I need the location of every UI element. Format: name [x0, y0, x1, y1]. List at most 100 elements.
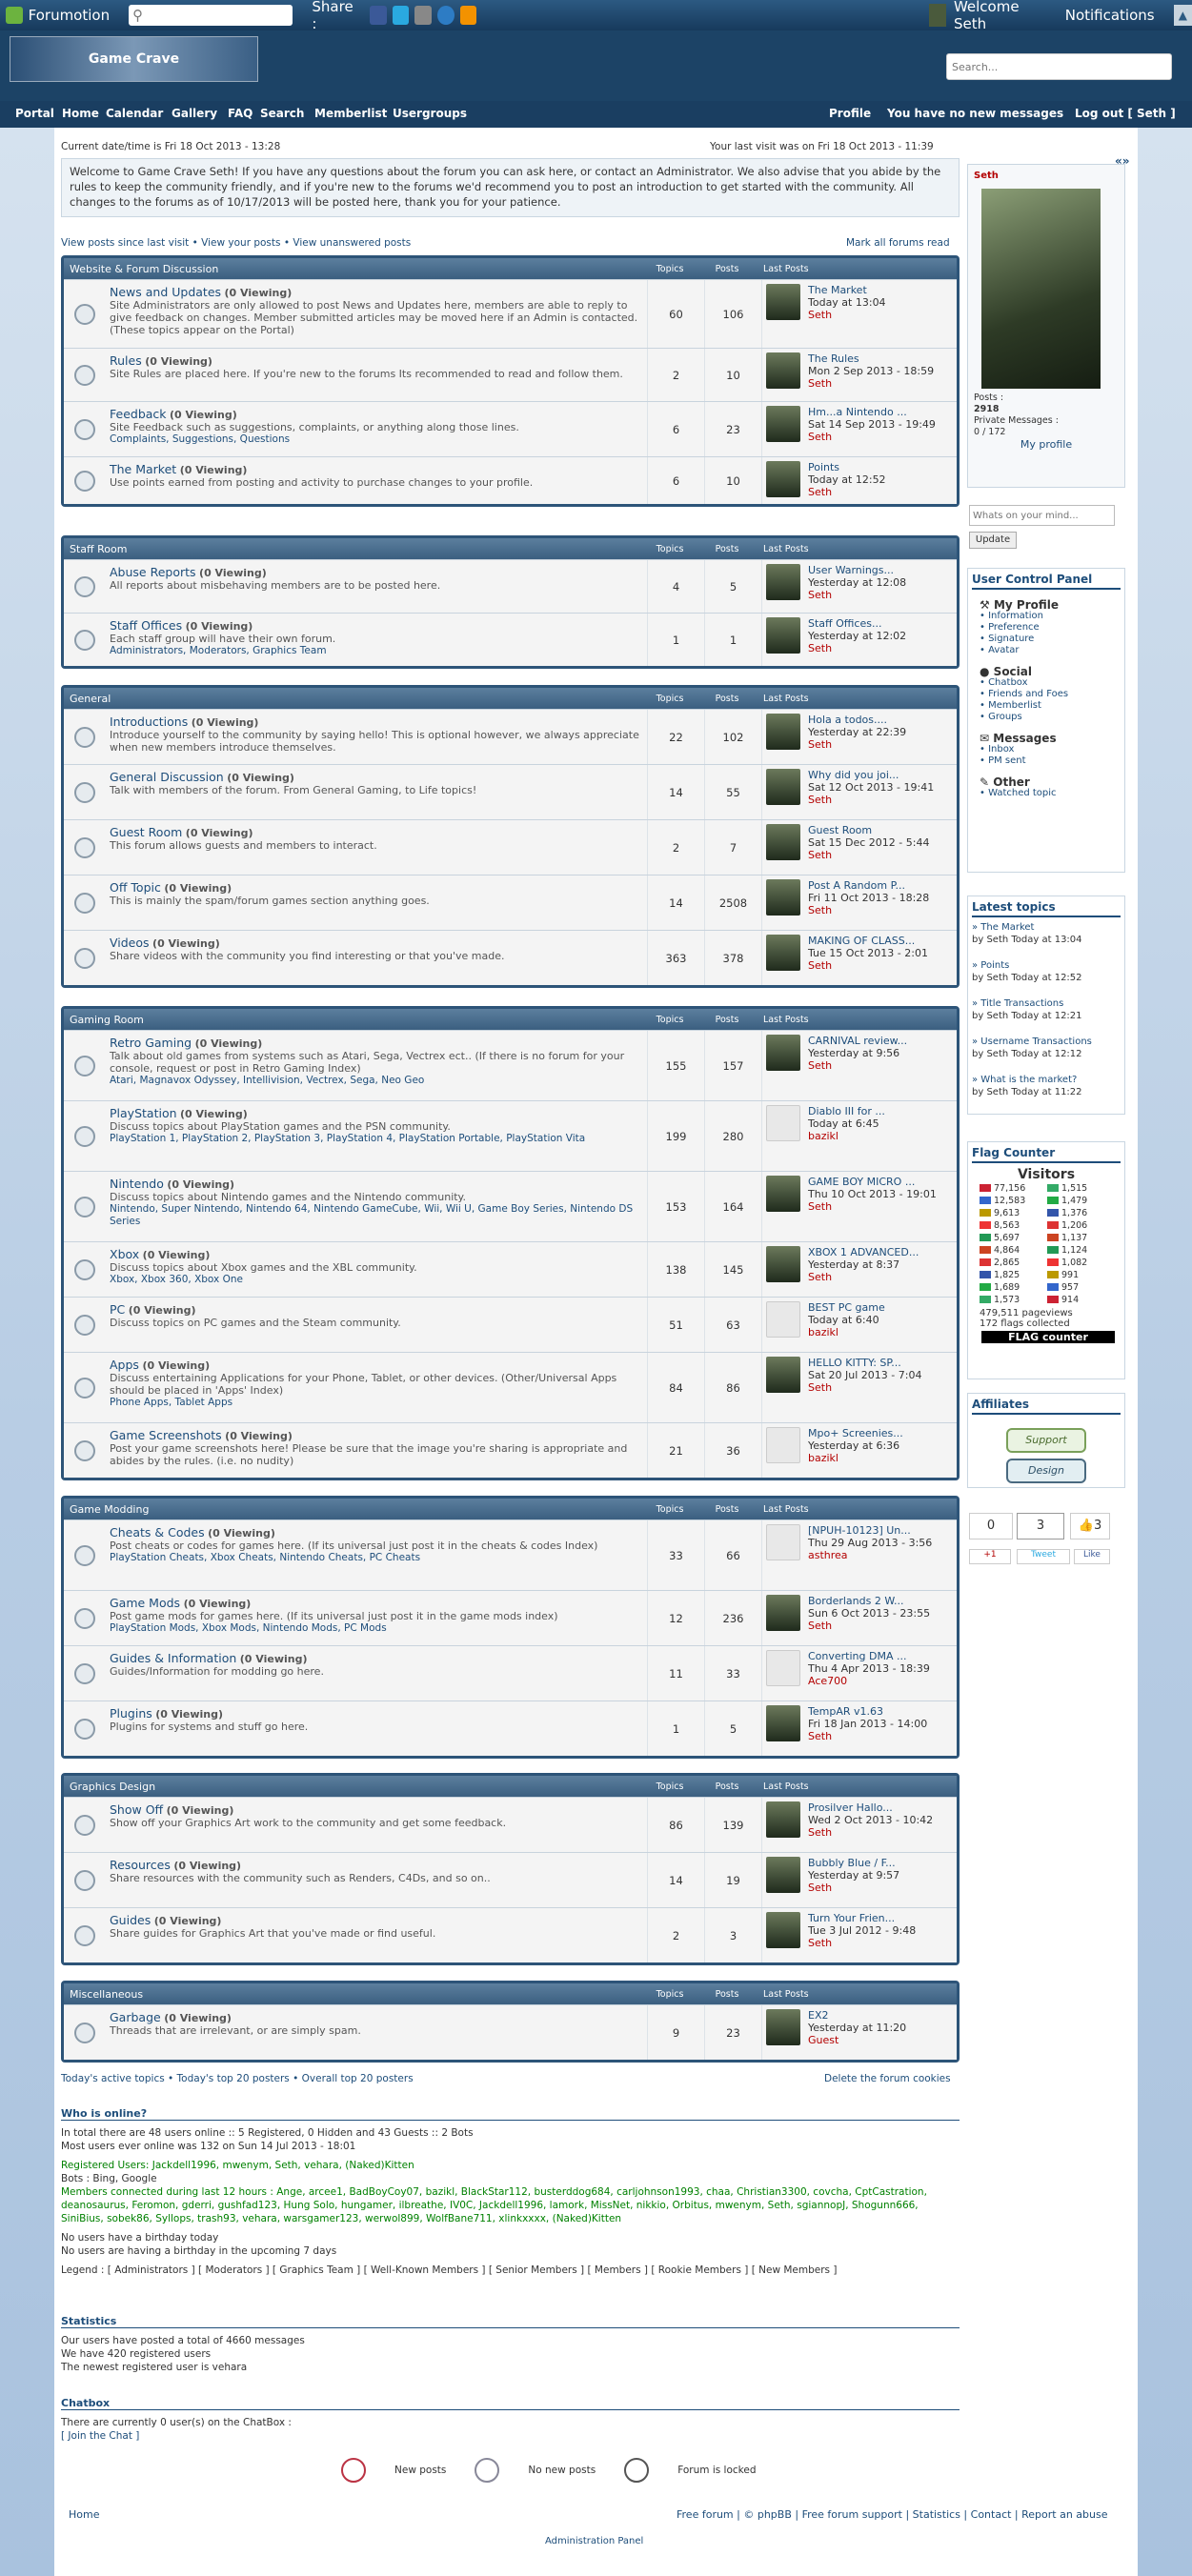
last-poster-avatar[interactable]: [766, 879, 800, 916]
last-post-link[interactable]: GAME BOY MICRO ...: [808, 1176, 937, 1188]
last-post-link[interactable]: The Rules: [808, 352, 934, 365]
last-poster[interactable]: Seth: [808, 904, 929, 916]
forum-title[interactable]: Nintendo: [110, 1177, 164, 1191]
last-poster-avatar[interactable]: [766, 352, 800, 389]
ucp-pm-sent[interactable]: • PM sent: [980, 755, 1121, 767]
forum-title[interactable]: Resources: [110, 1858, 171, 1872]
join-chat[interactable]: [ Join the Chat ]: [61, 2429, 292, 2443]
last-poster-avatar[interactable]: [766, 1801, 800, 1838]
last-poster[interactable]: bazikl: [808, 1452, 903, 1464]
forum-title[interactable]: Guest Room: [110, 825, 182, 839]
nav-search[interactable]: Search: [260, 107, 304, 120]
latest-item[interactable]: » Points by Seth Today at 12:52: [972, 959, 1121, 984]
link-your-posts[interactable]: View your posts: [201, 237, 280, 249]
nav-messages[interactable]: You have no new messages: [887, 107, 1063, 120]
status-input[interactable]: [969, 505, 1115, 526]
last-post-link[interactable]: Post A Random P...: [808, 879, 929, 892]
last-post-link[interactable]: Turn Your Frien...: [808, 1912, 916, 1924]
ucp-inbox[interactable]: • Inbox: [980, 744, 1121, 755]
last-poster[interactable]: Seth: [808, 794, 934, 806]
last-post-link[interactable]: HELLO KITTY: SP...: [808, 1357, 921, 1369]
last-poster-avatar[interactable]: [766, 935, 800, 971]
notifications-link[interactable]: Notifications: [1065, 7, 1155, 24]
last-poster-avatar[interactable]: [766, 714, 800, 750]
ucp-signature[interactable]: • Signature: [980, 634, 1121, 645]
bottom-links[interactable]: Today's active topics • Today's top 20 p…: [61, 2073, 414, 2084]
last-post-link[interactable]: Prosilver Hallo...: [808, 1801, 933, 1814]
forum-title[interactable]: The Market: [110, 462, 176, 476]
affiliate-design[interactable]: Design: [1006, 1459, 1086, 1483]
last-poster-avatar[interactable]: [766, 824, 800, 860]
top-search-box[interactable]: ⚲: [129, 5, 293, 26]
twitter-icon[interactable]: [392, 6, 410, 25]
latest-item[interactable]: » Username Transactions by Seth Today at …: [972, 1036, 1121, 1060]
scroll-top-icon[interactable]: ▲: [1173, 5, 1192, 26]
last-poster-avatar[interactable]: [766, 1595, 800, 1631]
user-avatar[interactable]: [929, 4, 946, 27]
flag-counter-badge[interactable]: FLAG counter: [981, 1331, 1115, 1343]
facebook-icon[interactable]: [370, 6, 387, 25]
ucp-information[interactable]: • Information: [980, 611, 1121, 622]
last-poster-avatar[interactable]: [766, 406, 800, 442]
last-poster[interactable]: Seth: [808, 1381, 921, 1394]
subforums[interactable]: PlayStation 1, PlayStation 2, PlayStatio…: [110, 1133, 643, 1145]
last-post-link[interactable]: XBOX 1 ADVANCED...: [808, 1246, 919, 1258]
google-icon[interactable]: [414, 6, 433, 25]
forum-title[interactable]: General Discussion: [110, 770, 224, 784]
last-poster-avatar[interactable]: [766, 1246, 800, 1282]
last-post-link[interactable]: CARNIVAL review...: [808, 1035, 907, 1047]
ucp-avatar[interactable]: • Avatar: [980, 645, 1121, 656]
last-poster[interactable]: Seth: [808, 738, 906, 751]
nav-faq[interactable]: FAQ: [228, 107, 253, 120]
category-title[interactable]: Staff Room: [70, 543, 641, 555]
last-poster-avatar[interactable]: [766, 617, 800, 654]
nav-logout[interactable]: Log out [ Seth ]: [1075, 107, 1176, 120]
category-title[interactable]: Graphics Design: [70, 1781, 641, 1793]
last-post-link[interactable]: BEST PC game: [808, 1301, 885, 1314]
last-post-link[interactable]: MAKING OF CLASS...: [808, 935, 928, 947]
nav-usergroups[interactable]: Usergroups: [393, 107, 467, 120]
category-title[interactable]: Game Modding: [70, 1503, 641, 1516]
thumbs-up-button[interactable]: 👍3: [1070, 1513, 1110, 1540]
last-post-link[interactable]: Borderlands 2 W...: [808, 1595, 930, 1607]
last-post-link[interactable]: Diablo III for ...: [808, 1105, 885, 1117]
category-title[interactable]: Website & Forum Discussion: [70, 263, 641, 275]
subforums[interactable]: PlayStation Cheats, Xbox Cheats, Nintend…: [110, 1552, 643, 1564]
forum-title[interactable]: Apps: [110, 1358, 139, 1372]
last-poster-avatar[interactable]: [766, 1857, 800, 1893]
last-poster-avatar[interactable]: [766, 1705, 800, 1741]
nav-portal[interactable]: Portal: [15, 107, 54, 120]
last-poster[interactable]: Seth: [808, 377, 934, 390]
update-button[interactable]: Update: [969, 532, 1017, 549]
last-poster[interactable]: Seth: [808, 1200, 937, 1213]
admin-panel-link[interactable]: Administration Panel: [545, 2536, 643, 2546]
last-post-link[interactable]: Guest Room: [808, 824, 929, 836]
rss-icon[interactable]: [459, 6, 477, 25]
link-new-posts[interactable]: View posts since last visit: [61, 237, 189, 249]
last-poster[interactable]: Seth: [808, 1271, 919, 1283]
last-poster[interactable]: Seth: [808, 1826, 933, 1839]
category-title[interactable]: General: [70, 693, 641, 705]
tweet-button[interactable]: Tweet: [1017, 1549, 1070, 1564]
last-poster[interactable]: Seth: [808, 1059, 907, 1072]
last-poster[interactable]: Seth: [808, 959, 928, 972]
forum-title[interactable]: PC: [110, 1302, 125, 1317]
forum-title[interactable]: Retro Gaming: [110, 1036, 192, 1050]
ucp-chatbox[interactable]: • Chatbox: [980, 677, 1121, 689]
last-post-link[interactable]: User Warnings...: [808, 564, 906, 576]
last-post-link[interactable]: Points: [808, 461, 886, 473]
last-poster[interactable]: Seth: [808, 642, 906, 654]
last-poster-avatar[interactable]: [766, 1176, 800, 1212]
category-title[interactable]: Miscellaneous: [70, 1988, 641, 2001]
forum-title[interactable]: Introductions: [110, 714, 188, 729]
last-post-link[interactable]: Bubbly Blue / F...: [808, 1857, 899, 1869]
subforums[interactable]: Phone Apps, Tablet Apps: [110, 1397, 643, 1409]
last-post-link[interactable]: TempAR v1.63: [808, 1705, 927, 1718]
latest-item[interactable]: » What is the market? by Seth Today at 11…: [972, 1074, 1121, 1098]
last-poster-avatar[interactable]: [766, 1105, 800, 1141]
last-poster-avatar[interactable]: [766, 1035, 800, 1071]
subforums[interactable]: Complaints, Suggestions, Questions: [110, 433, 643, 446]
last-poster-avatar[interactable]: [766, 1912, 800, 1948]
category-title[interactable]: Gaming Room: [70, 1014, 641, 1026]
flag-table[interactable]: 77,156 1,515 12,583 1,479 9,613 1,376 8,…: [972, 1182, 1121, 1306]
